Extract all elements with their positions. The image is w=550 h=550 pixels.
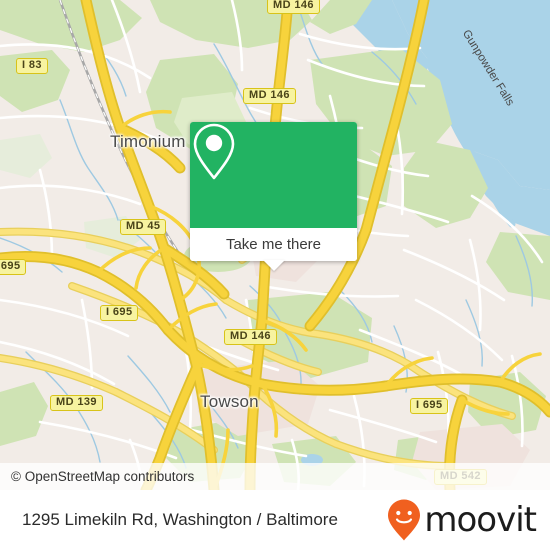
take-me-there-button[interactable]: Take me there xyxy=(190,228,357,261)
road-shield-md-139[interactable]: MD 139 xyxy=(50,395,103,411)
osm-attribution-text[interactable]: © OpenStreetMap contributors xyxy=(0,469,194,484)
road-shield-md-146-upper[interactable]: MD 146 xyxy=(243,88,296,104)
road-shield-md-146-north[interactable]: MD 146 xyxy=(267,0,320,14)
address-label: 1295 Limekiln Rd, Washington / Baltimore xyxy=(22,510,338,529)
road-shield-i-695-west[interactable]: I 695 xyxy=(0,259,27,275)
map-canvas[interactable]: Timonium Towson Gunpowder Falls MD 146 I… xyxy=(0,0,550,490)
road-shield-md-146-lower[interactable]: MD 146 xyxy=(224,329,277,345)
map-attribution-bar: © OpenStreetMap contributors xyxy=(0,463,550,490)
map-pin-icon xyxy=(193,123,235,180)
popup-header xyxy=(190,122,357,228)
place-label-towson: Towson xyxy=(200,392,259,411)
road-shield-i-695-center[interactable]: I 695 xyxy=(100,305,139,321)
moovit-pin-icon xyxy=(388,499,421,541)
take-me-there-label: Take me there xyxy=(225,236,322,253)
road-shield-i-695-east[interactable]: I 695 xyxy=(410,398,449,414)
location-popup-card[interactable]: Take me there xyxy=(190,122,357,261)
road-shield-md-45[interactable]: MD 45 xyxy=(120,219,167,235)
moovit-logo[interactable]: moovit xyxy=(386,498,550,542)
road-shield-i-83[interactable]: I 83 xyxy=(16,58,48,74)
popup-pointer-tail xyxy=(263,260,285,271)
moovit-map-screenshot: Timonium Towson Gunpowder Falls MD 146 I… xyxy=(0,0,550,550)
moovit-wordmark: moovit xyxy=(424,500,537,540)
footer-bar: 1295 Limekiln Rd, Washington / Baltimore… xyxy=(0,490,550,550)
place-label-timonium: Timonium xyxy=(110,132,186,151)
